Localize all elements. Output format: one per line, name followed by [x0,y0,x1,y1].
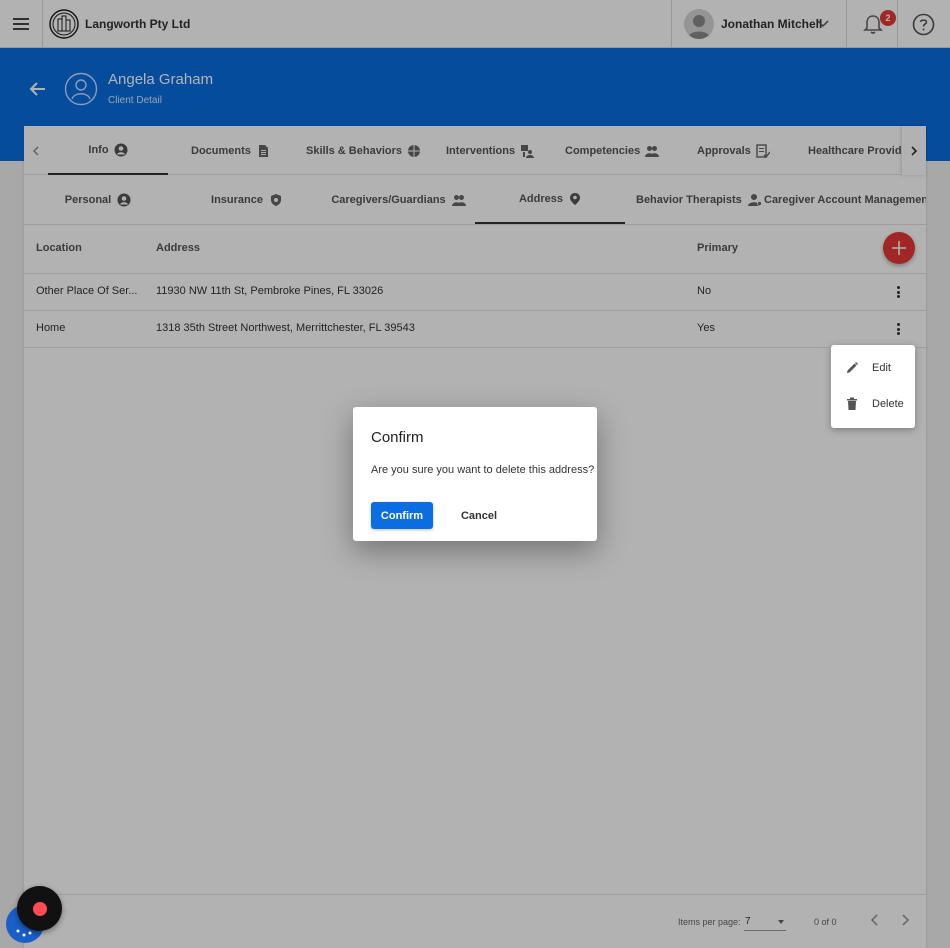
menu-item-delete[interactable]: Delete [831,386,915,422]
menu-item-edit[interactable]: Edit [831,350,915,386]
confirm-button[interactable]: Confirm [371,502,433,529]
trash-icon [847,397,857,410]
confirm-delete-dialog: Confirm Are you sure you want to delete … [353,407,597,541]
menu-item-delete-label: Delete [872,398,904,410]
dialog-message: Are you sure you want to delete this add… [371,464,595,476]
cancel-button[interactable]: Cancel [449,502,509,529]
pencil-icon [847,361,859,373]
row-context-menu: Edit Delete [831,345,915,428]
menu-item-edit-label: Edit [872,362,891,374]
record-button[interactable] [17,886,62,931]
dialog-title: Confirm [371,429,424,446]
record-icon [32,901,47,916]
